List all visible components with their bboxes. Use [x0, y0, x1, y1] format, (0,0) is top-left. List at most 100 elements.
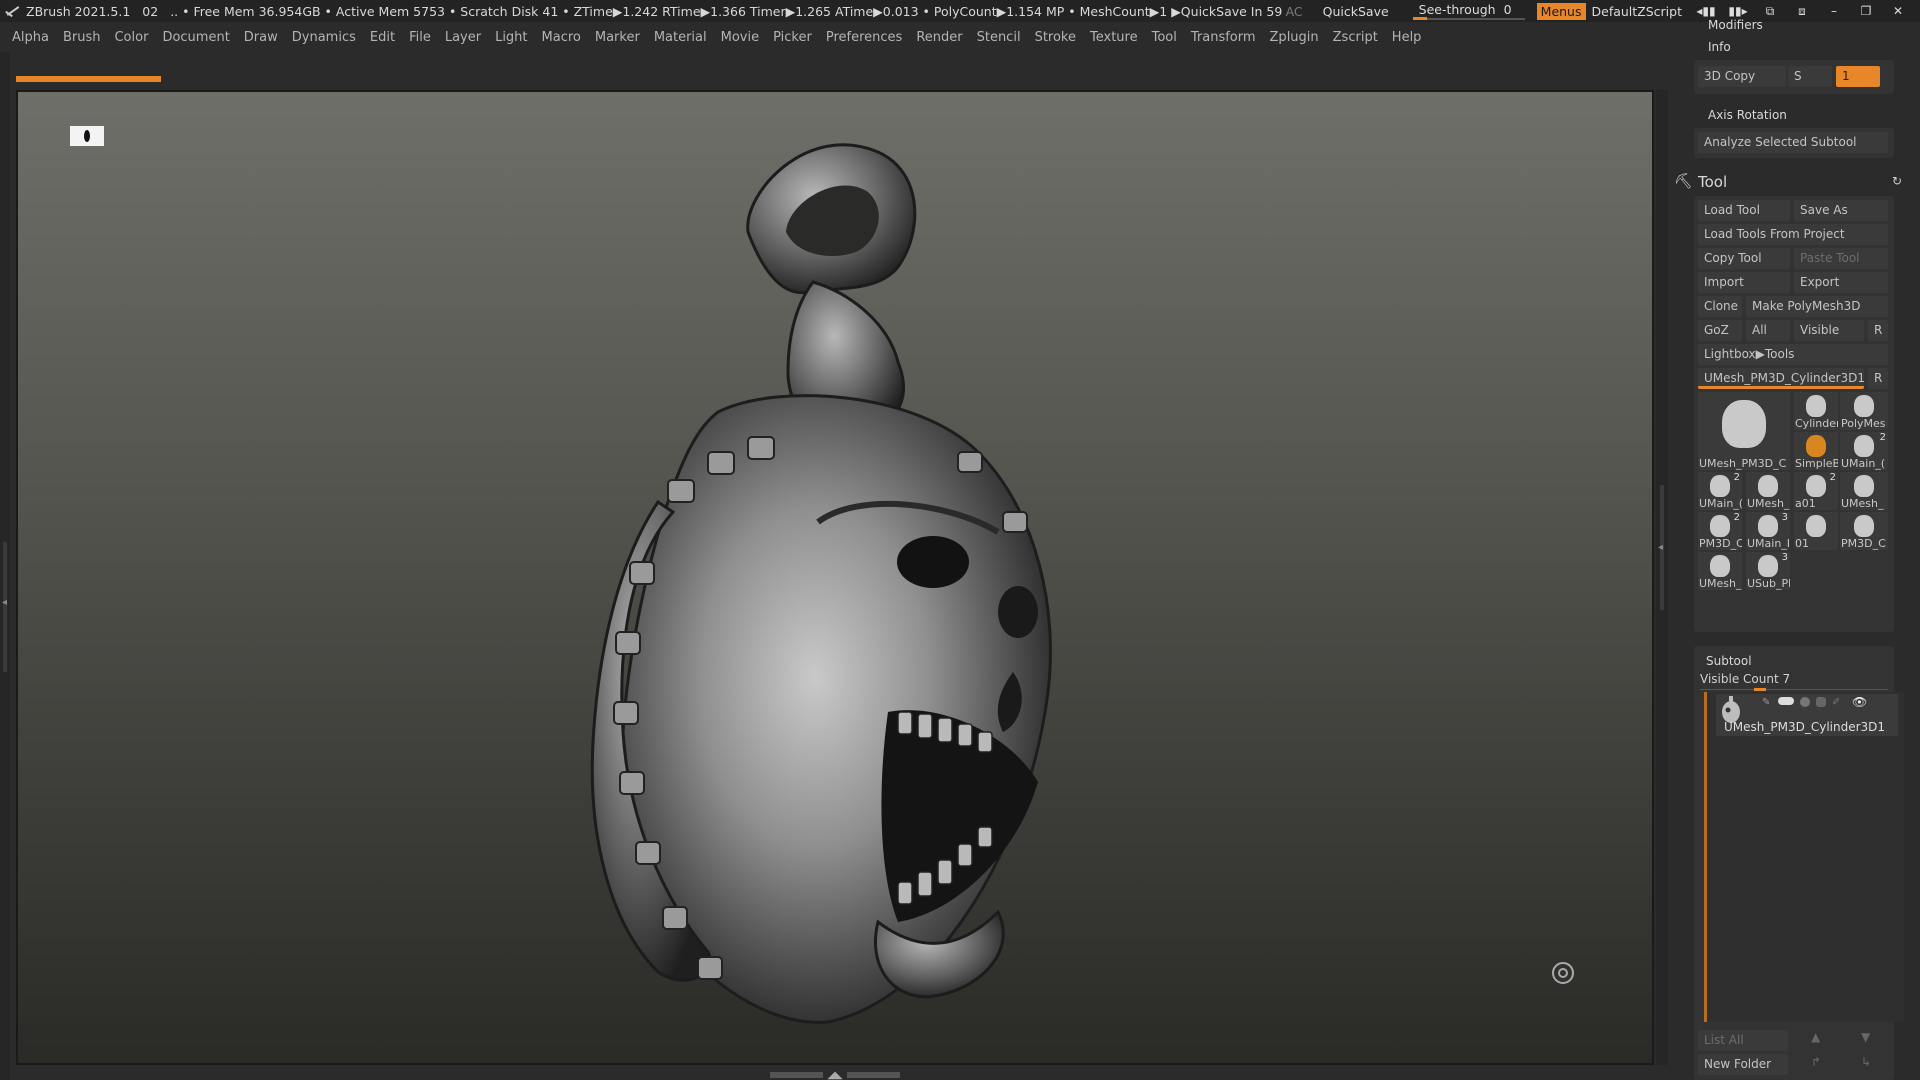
menu-texture[interactable]: Texture	[1090, 30, 1138, 45]
info-label[interactable]: Info	[1708, 40, 1731, 54]
lightbox-tools-button[interactable]: Lightbox▶Tools	[1698, 344, 1888, 365]
menu-light[interactable]: Light	[495, 30, 527, 45]
tool-thumbnail[interactable]: a01 2	[1794, 472, 1838, 510]
sculpt-model-skull[interactable]	[18, 92, 1654, 1065]
subtool-solo-icon[interactable]	[1800, 697, 1810, 707]
tool-palette-title[interactable]: Tool	[1698, 173, 1727, 191]
menu-macro[interactable]: Macro	[542, 30, 581, 45]
load-tools-from-project-button[interactable]: Load Tools From Project	[1698, 224, 1888, 245]
export-button[interactable]: Export	[1794, 272, 1888, 293]
menu-preferences[interactable]: Preferences	[826, 30, 902, 45]
save-as-button[interactable]: Save As	[1794, 200, 1888, 221]
make-polymesh3d-button[interactable]: Make PolyMesh3D	[1746, 296, 1888, 317]
right-tray-edge[interactable]: ◂	[1656, 90, 1668, 1065]
analyze-subtool-button[interactable]: Analyze Selected Subtool	[1698, 132, 1888, 153]
tool-thumbnail[interactable]: UMesh_	[1746, 472, 1790, 510]
restore-icon[interactable]: ❐	[1856, 4, 1876, 18]
tool-thumbnail[interactable]: 01	[1794, 512, 1838, 550]
tool-thumbnail[interactable]: USub_Pl 3	[1746, 552, 1790, 590]
menu-material[interactable]: Material	[654, 30, 707, 45]
refresh-icon[interactable]: ↻	[1892, 174, 1902, 188]
tray-toggle-icon[interactable]: ◢◣	[827, 1070, 842, 1080]
subtool-list[interactable]: ✎ ✐ 👁 UMesh_PM3D_Cylinder3D1	[1704, 692, 1904, 1022]
right-tray-arrow-icon[interactable]: ◂	[1658, 542, 1663, 553]
import-button[interactable]: Import	[1698, 272, 1790, 293]
load-tool-button[interactable]: Load Tool	[1698, 200, 1790, 221]
layout-alt-icon[interactable]: ⧈	[1792, 4, 1812, 18]
menu-tool[interactable]: Tool	[1152, 30, 1177, 45]
subtool-eye-icon[interactable]: 👁	[1852, 695, 1867, 709]
left-tray-arrow-icon[interactable]: ◂	[2, 597, 7, 608]
subtool-row[interactable]: ✎ ✐ 👁 UMesh_PM3D_Cylinder3D1	[1716, 694, 1898, 736]
menu-transform[interactable]: Transform	[1191, 30, 1256, 45]
canvas-viewport[interactable]	[16, 90, 1654, 1065]
menu-draw[interactable]: Draw	[244, 30, 278, 45]
target-icon[interactable]	[1552, 962, 1574, 984]
menu-zscript[interactable]: Zscript	[1333, 30, 1378, 45]
minimize-icon[interactable]: –	[1824, 4, 1844, 18]
goz-all-button[interactable]: All	[1746, 320, 1790, 341]
list-all-button[interactable]: List All	[1698, 1030, 1788, 1051]
tool-thumbnail[interactable]: PM3D_C 2	[1698, 512, 1742, 550]
menu-zplugin[interactable]: Zplugin	[1270, 30, 1319, 45]
goz-r-button[interactable]: R	[1868, 320, 1888, 341]
ac-button[interactable]: AC	[1286, 4, 1303, 19]
close-icon[interactable]: ✕	[1888, 4, 1908, 18]
tool-thumbnail[interactable]: UMesh_PM3D_C	[1698, 392, 1790, 470]
left-tray-edge[interactable]: ◂	[0, 52, 10, 1080]
menu-picker[interactable]: Picker	[773, 30, 812, 45]
palette-right-icon[interactable]: ▮▮▸	[1728, 4, 1748, 18]
subtool-scrollbar[interactable]	[1704, 692, 1707, 1022]
subtool-pencil-icon[interactable]: ✐	[1832, 697, 1840, 708]
subtool-toggle-icon[interactable]	[1778, 697, 1794, 705]
menu-file[interactable]: File	[409, 30, 431, 45]
clone-button[interactable]: Clone	[1698, 296, 1742, 317]
see-through-slider[interactable]: See-through 0	[1412, 2, 1525, 20]
quicksave-button[interactable]: QuickSave	[1323, 4, 1389, 19]
copy3d-button[interactable]: 3D Copy	[1698, 66, 1786, 87]
menus-toggle-button[interactable]: Menus	[1536, 2, 1586, 20]
bottom-tray-handle[interactable]: ◢◣	[770, 1070, 901, 1080]
tool-thumbnail[interactable]: UMesh_	[1840, 472, 1888, 510]
scale-s-label[interactable]: S	[1788, 66, 1832, 87]
menu-brush[interactable]: Brush	[63, 30, 101, 45]
menu-layer[interactable]: Layer	[445, 30, 481, 45]
new-folder-button[interactable]: New Folder	[1698, 1054, 1788, 1075]
folder-in-icon[interactable]: ↱	[1811, 1055, 1821, 1069]
goz-button[interactable]: GoZ	[1698, 320, 1742, 341]
visible-count-slider[interactable]: Visible Count 7	[1700, 672, 1888, 691]
paste-tool-button[interactable]: Paste Tool	[1794, 248, 1888, 269]
menu-edit[interactable]: Edit	[370, 30, 395, 45]
menu-document[interactable]: Document	[162, 30, 229, 45]
tool-thumbnail[interactable]: UMain_(2	[1840, 432, 1888, 470]
tool-thumbnail[interactable]: PolyMes	[1840, 392, 1888, 430]
palette-left-icon[interactable]: ◂▮▮	[1696, 4, 1716, 18]
layout-icon[interactable]: ⧉	[1760, 4, 1780, 18]
subtool-title[interactable]: Subtool	[1706, 654, 1752, 668]
modifiers-label[interactable]: Modifiers	[1708, 18, 1763, 32]
move-up-icon[interactable]: ▲	[1811, 1030, 1820, 1044]
menu-dynamics[interactable]: Dynamics	[292, 30, 356, 45]
tool-thumbnail[interactable]: SimpleB	[1794, 432, 1838, 470]
menu-alpha[interactable]: Alpha	[12, 30, 49, 45]
default-zscript-button[interactable]: DefaultZScript	[1592, 4, 1683, 19]
move-down-icon[interactable]: ▼	[1861, 1030, 1870, 1044]
scale-s-value-input[interactable]: 1	[1836, 66, 1880, 87]
folder-out-icon[interactable]: ↳	[1861, 1055, 1871, 1069]
menu-color[interactable]: Color	[114, 30, 148, 45]
menu-movie[interactable]: Movie	[721, 30, 759, 45]
tool-thumbnail[interactable]: Cylinder	[1794, 392, 1838, 430]
menu-stroke[interactable]: Stroke	[1035, 30, 1076, 45]
menu-help[interactable]: Help	[1392, 30, 1422, 45]
subtool-lock-icon[interactable]	[1816, 697, 1826, 707]
menu-marker[interactable]: Marker	[595, 30, 640, 45]
axis-rotation-label[interactable]: Axis Rotation	[1708, 108, 1787, 122]
goz-visible-button[interactable]: Visible	[1794, 320, 1864, 341]
tool-thumbnail[interactable]: UMain_(2	[1698, 472, 1742, 510]
subtool-brush-icon[interactable]: ✎	[1762, 697, 1770, 708]
tool-thumbnail[interactable]: UMesh_	[1698, 552, 1742, 590]
menu-render[interactable]: Render	[916, 30, 962, 45]
current-tool-name[interactable]: UMesh_PM3D_Cylinder3D1	[1698, 368, 1864, 389]
copy-tool-button[interactable]: Copy Tool	[1698, 248, 1790, 269]
menu-stencil[interactable]: Stencil	[977, 30, 1021, 45]
